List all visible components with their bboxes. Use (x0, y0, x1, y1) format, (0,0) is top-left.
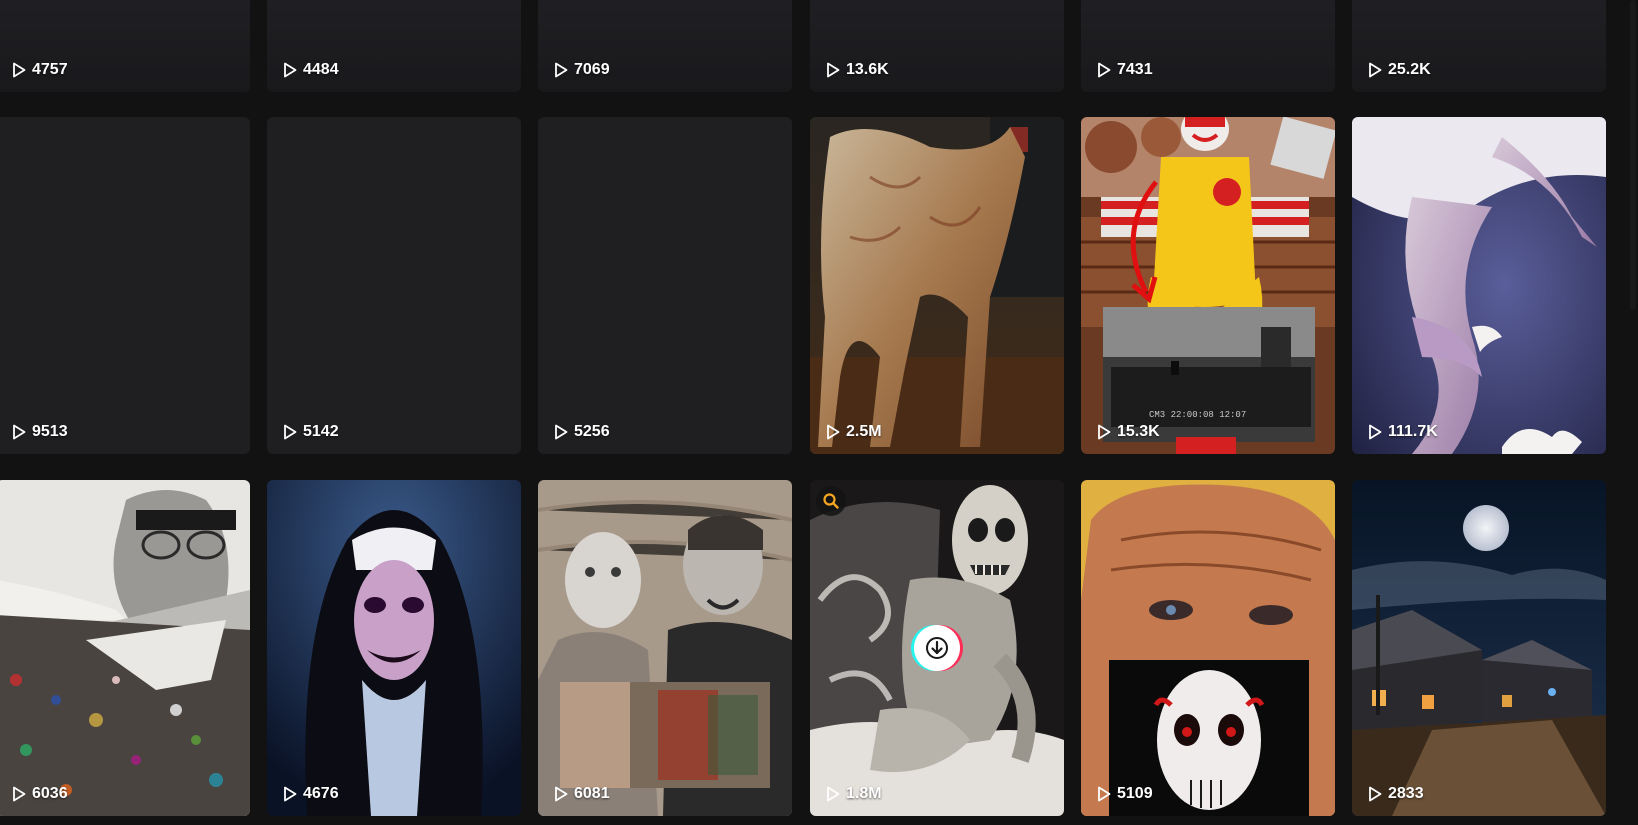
view-count-label: 1.8M (846, 785, 882, 802)
scrollbar-thumb[interactable] (1630, 0, 1636, 310)
video-card[interactable]: 2.5M (810, 117, 1064, 454)
play-icon (1098, 786, 1111, 802)
view-count: 5256 (554, 423, 610, 441)
view-count: 2833 (1368, 785, 1424, 803)
view-count: 13.6K (826, 61, 889, 79)
video-card[interactable]: 7069 (538, 0, 792, 92)
view-count-label: 6081 (574, 785, 610, 802)
video-thumbnail (267, 480, 521, 816)
play-icon (1098, 62, 1111, 78)
video-thumbnail (538, 480, 792, 816)
video-grid: 4757 4484 7069 13.6K 7431 25.2K 9513 514… (0, 0, 1638, 825)
view-count-label: 7069 (574, 61, 610, 78)
view-count-label: 4484 (303, 61, 339, 78)
play-icon (1369, 424, 1382, 440)
play-icon (284, 786, 297, 802)
video-thumbnail (810, 117, 1064, 454)
view-count-label: 5256 (574, 423, 610, 440)
view-count-label: 5142 (303, 423, 339, 440)
view-count: 7431 (1097, 61, 1153, 79)
view-count: 6036 (12, 785, 68, 803)
video-card[interactable]: 4757 (0, 0, 250, 92)
play-icon (13, 424, 26, 440)
view-count: 2.5M (826, 423, 882, 441)
video-thumbnail: CM3 22:00:08 12:07 (1081, 117, 1335, 454)
play-icon (1098, 424, 1111, 440)
view-count-label: 4757 (32, 61, 68, 78)
video-card[interactable]: 5142 (267, 117, 521, 454)
play-icon (827, 786, 840, 802)
view-count: 1.8M (826, 785, 882, 803)
video-card[interactable]: 9513 (0, 117, 250, 454)
download-icon (926, 637, 948, 659)
view-count-label: 15.3K (1117, 423, 1160, 440)
video-card[interactable]: 5256 (538, 117, 792, 454)
video-card[interactable]: 5109 (1081, 480, 1335, 816)
view-count-label: 6036 (32, 785, 68, 802)
video-card[interactable]: 2833 (1352, 480, 1606, 816)
play-icon (555, 62, 568, 78)
video-card[interactable]: 4484 (267, 0, 521, 92)
play-icon (827, 62, 840, 78)
video-thumbnail (0, 480, 250, 816)
view-count-label: 5109 (1117, 785, 1153, 802)
video-thumbnail (1081, 480, 1335, 816)
video-card[interactable]: 1.8M (810, 480, 1064, 816)
view-count-label: 4676 (303, 785, 339, 802)
view-count: 5142 (283, 423, 339, 441)
video-card[interactable]: 7431 (1081, 0, 1335, 92)
scrollbar[interactable] (1624, 0, 1638, 825)
view-count: 6081 (554, 785, 610, 803)
view-count-label: 9513 (32, 423, 68, 440)
view-count: 4484 (283, 61, 339, 79)
video-card[interactable]: 13.6K (810, 0, 1064, 92)
view-count: 15.3K (1097, 423, 1160, 441)
cctv-timestamp: CM3 22:00:08 12:07 (1149, 410, 1246, 420)
download-button[interactable] (914, 625, 960, 671)
video-card[interactable]: 4676 (267, 480, 521, 816)
view-count-label: 111.7K (1388, 423, 1438, 440)
play-icon (1369, 786, 1382, 802)
play-icon (13, 62, 26, 78)
view-count-label: 25.2K (1388, 61, 1431, 78)
play-icon (827, 424, 840, 440)
view-count-label: 7431 (1117, 61, 1153, 78)
video-thumbnail (1352, 117, 1606, 454)
play-icon (284, 424, 297, 440)
play-icon (13, 786, 26, 802)
view-count-label: 2.5M (846, 423, 882, 440)
video-thumbnail (1352, 480, 1606, 816)
view-count: 7069 (554, 61, 610, 79)
view-count-label: 2833 (1388, 785, 1424, 802)
view-count: 4676 (283, 785, 339, 803)
video-card[interactable]: 25.2K (1352, 0, 1606, 92)
search-button[interactable] (816, 486, 846, 516)
view-count-label: 13.6K (846, 61, 889, 78)
view-count: 9513 (12, 423, 68, 441)
video-card[interactable]: CM3 22:00:08 12:07 15.3K (1081, 117, 1335, 454)
view-count: 25.2K (1368, 61, 1431, 79)
video-card[interactable]: 6081 (538, 480, 792, 816)
play-icon (555, 786, 568, 802)
view-count: 111.7K (1368, 423, 1438, 441)
view-count: 4757 (12, 61, 68, 79)
view-count: 5109 (1097, 785, 1153, 803)
play-icon (555, 424, 568, 440)
video-card[interactable]: 6036 (0, 480, 250, 816)
search-icon (823, 493, 839, 509)
play-icon (284, 62, 297, 78)
video-card[interactable]: 111.7K (1352, 117, 1606, 454)
play-icon (1369, 62, 1382, 78)
